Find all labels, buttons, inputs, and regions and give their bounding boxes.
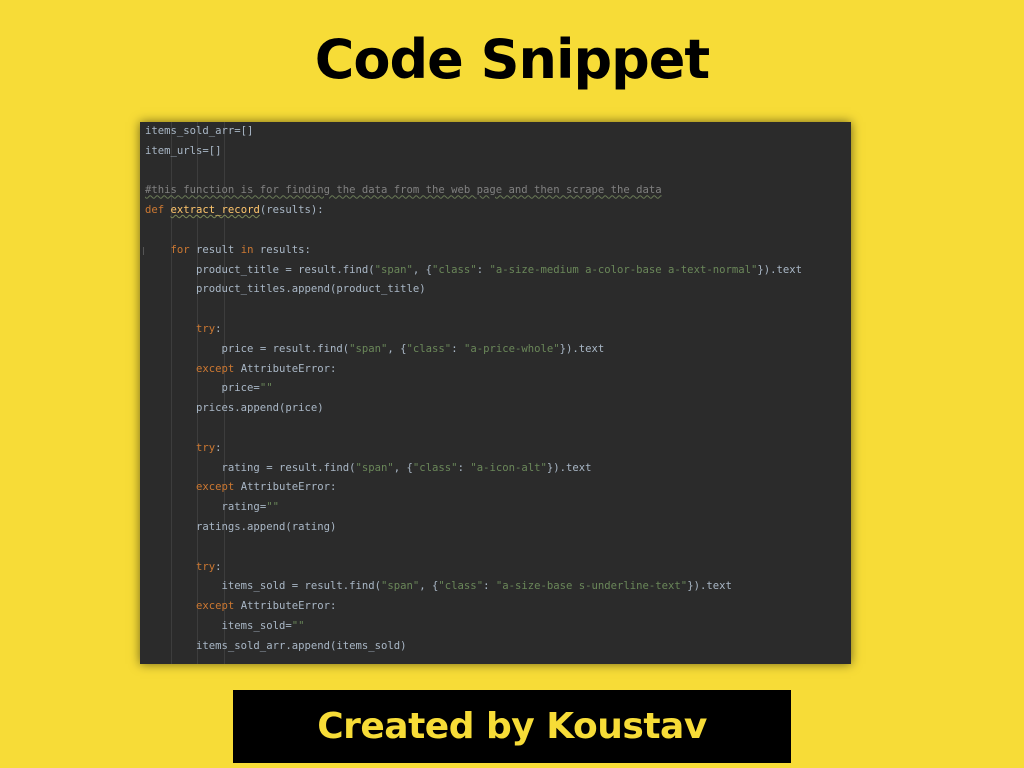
code-text: AttributeError: <box>234 481 337 494</box>
code-string: "" <box>266 501 279 514</box>
code-text: , { <box>419 580 439 593</box>
code-keyword: for <box>170 243 190 256</box>
code-comment: #this function is for finding the data f… <box>145 184 662 197</box>
code-text: result <box>189 243 241 256</box>
code-text: items_sold_arr.append(items_sold) <box>196 639 407 652</box>
credit-text: Created by Koustav <box>317 706 707 747</box>
code-function-name: extract_record <box>170 204 260 217</box>
code-block: items_sold_arr=[] item_urls=[] #this fun… <box>143 122 802 657</box>
code-keyword: try <box>196 560 216 573</box>
code-line: #this function is for finding the data f… <box>145 181 802 201</box>
code-string: "class" <box>438 580 484 593</box>
code-line: for result in results: <box>143 241 802 261</box>
code-text: rating = result.find( <box>221 461 356 474</box>
code-text: : <box>215 441 222 454</box>
code-line: price="" <box>145 379 802 399</box>
code-text: , { <box>412 263 433 276</box>
code-keyword: except <box>196 362 235 375</box>
code-line: item_urls=[] <box>145 142 802 162</box>
code-text: , { <box>387 342 407 355</box>
code-line: ratings.append(rating) <box>145 518 802 538</box>
code-line: except AttributeError: <box>145 597 802 617</box>
code-text: : <box>483 580 496 593</box>
code-line: try: <box>145 558 802 578</box>
code-text: : <box>215 560 222 573</box>
code-string: "span" <box>381 580 420 593</box>
code-text: : <box>457 461 471 474</box>
code-keyword: try <box>196 441 216 454</box>
code-line: price = result.find("span", {"class": "a… <box>145 340 802 360</box>
code-line: product_title = result.find("span", {"cl… <box>145 261 802 281</box>
code-line: items_sold="" <box>145 617 802 637</box>
code-snippet-panel: items_sold_arr=[] item_urls=[] #this fun… <box>140 122 851 664</box>
code-line: items_sold = result.find("span", {"class… <box>145 577 802 597</box>
code-text: : <box>215 322 222 335</box>
code-text: items_sold_arr=[] <box>145 125 254 137</box>
code-text: AttributeError: <box>234 362 337 375</box>
code-text: price = result.find( <box>221 342 350 355</box>
code-text: }).text <box>757 263 802 276</box>
code-text: product_title = result.find( <box>196 263 375 276</box>
code-text: : <box>476 263 490 276</box>
code-line: items_sold_arr.append(items_sold) <box>145 637 802 657</box>
code-keyword: except <box>196 600 235 613</box>
code-string: "a-icon-alt" <box>470 461 547 474</box>
code-text: rating= <box>221 501 267 514</box>
code-line: except AttributeError: <box>145 360 802 380</box>
code-string: "" <box>291 619 305 632</box>
credit-banner: Created by Koustav <box>233 690 791 763</box>
code-string: "a-price-whole" <box>463 342 560 355</box>
code-text: (results): <box>259 204 324 217</box>
code-text: items_sold= <box>221 619 292 632</box>
code-keyword: in <box>240 243 254 256</box>
code-line: prices.append(price) <box>145 399 802 419</box>
code-text: results: <box>253 243 311 256</box>
code-keyword: try <box>196 322 216 335</box>
code-text: , { <box>393 461 413 474</box>
code-text: }).text <box>687 580 732 593</box>
code-string: "a-size-base s-underline-text" <box>495 580 688 593</box>
code-text: price= <box>221 382 260 395</box>
code-string: "a-size-medium a-color-base a-text-norma… <box>489 263 758 276</box>
code-text: : <box>451 342 464 355</box>
code-string: "" <box>259 382 273 395</box>
code-text: prices.append(price) <box>196 402 324 415</box>
code-string: "span" <box>355 461 394 474</box>
code-line: try: <box>145 439 802 459</box>
code-string: "class" <box>406 342 452 355</box>
code-line: product_titles.append(product_title) <box>145 280 802 300</box>
code-string: "class" <box>412 461 458 474</box>
code-line: items_sold_arr=[] <box>145 122 802 142</box>
page-title: Code Snippet <box>314 28 710 91</box>
code-string: "class" <box>432 263 477 276</box>
code-text: ratings.append(rating) <box>196 520 337 533</box>
code-text: items_sold = result.find( <box>221 580 381 593</box>
code-text: }).text <box>546 461 592 474</box>
code-text: }).text <box>559 342 605 355</box>
code-keyword: def <box>145 204 165 217</box>
code-text: item_urls=[] <box>145 144 222 157</box>
code-line: rating = result.find("span", {"class": "… <box>145 459 802 479</box>
code-line: rating="" <box>145 498 802 518</box>
code-line: except AttributeError: <box>145 478 802 498</box>
code-text: product_titles.append(product_title) <box>196 283 426 296</box>
fold-marker-icon[interactable] <box>143 246 147 255</box>
code-text: AttributeError: <box>234 600 337 613</box>
code-line: def extract_record(results): <box>145 201 802 221</box>
code-line: try: <box>145 320 802 340</box>
code-keyword: except <box>196 481 235 494</box>
code-string: "span" <box>374 263 413 276</box>
code-string: "span" <box>349 342 388 355</box>
